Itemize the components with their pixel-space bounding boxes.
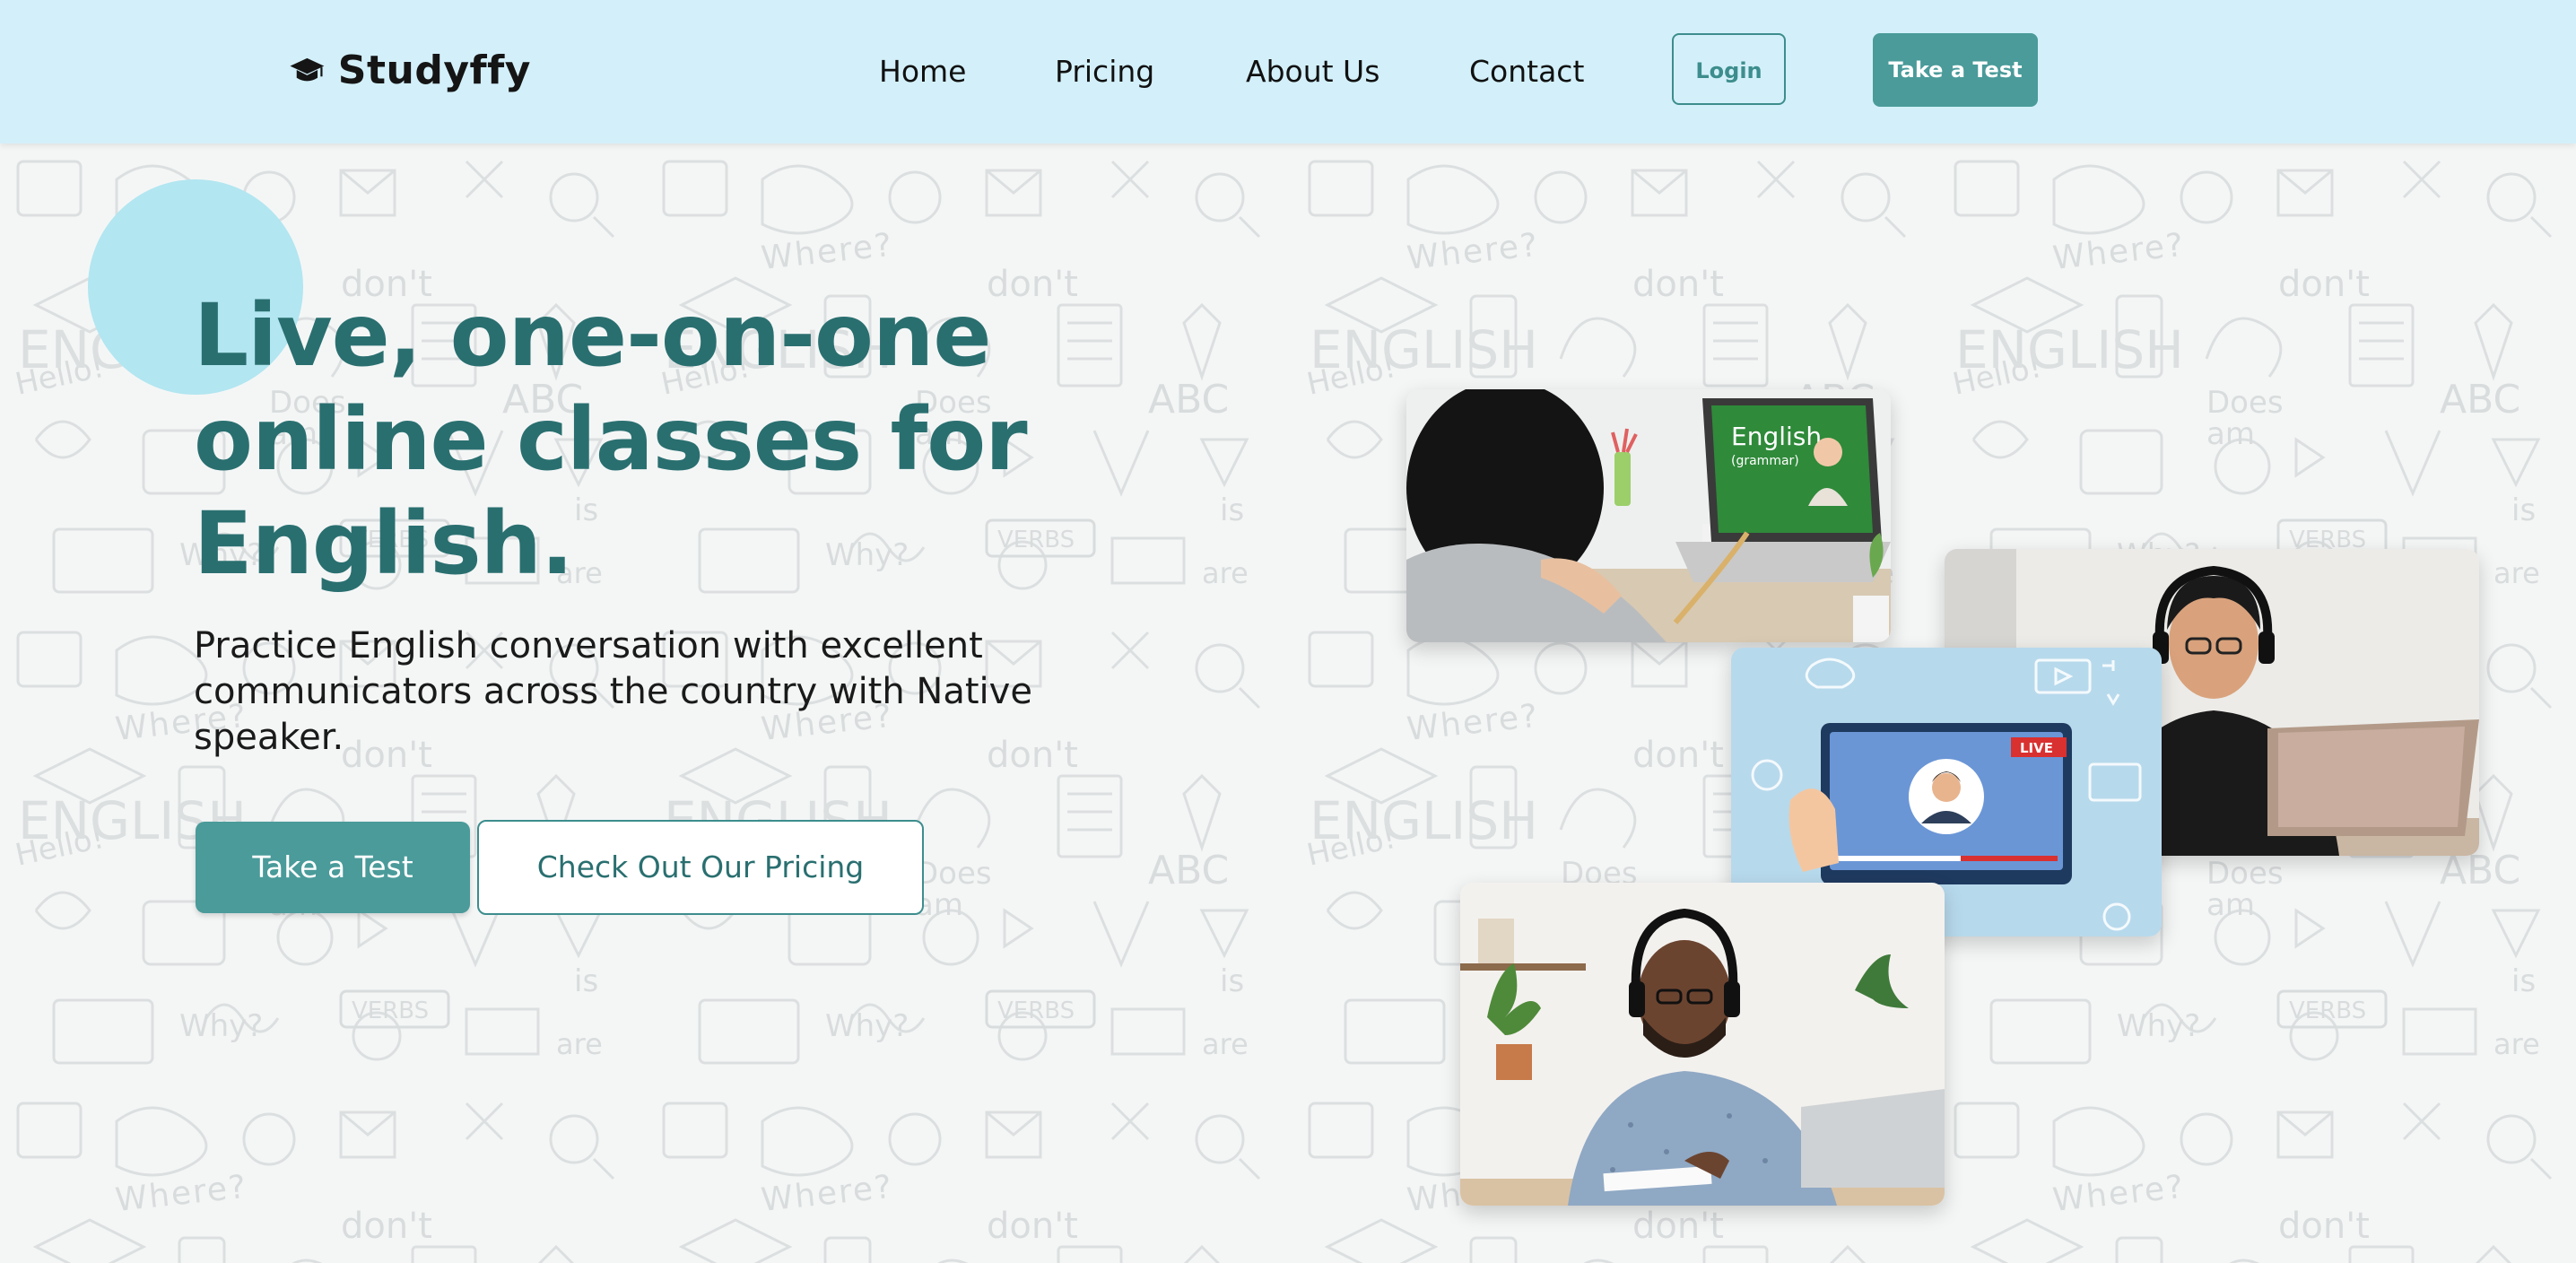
hero-subtitle: Practice English conversation with excel…: [194, 623, 1127, 761]
laptop-screen-title: English: [1731, 422, 1822, 451]
nav-pricing[interactable]: Pricing: [1055, 47, 1154, 97]
nav-contact[interactable]: Contact: [1469, 47, 1584, 97]
graduation-cap-icon: [290, 57, 325, 82]
hero-title-line: English.: [194, 493, 573, 594]
site-header: Studyffy Home Pricing About Us Contact L…: [0, 0, 2576, 144]
brand-logo[interactable]: Studyffy: [289, 23, 531, 117]
take-test-button[interactable]: Take a Test: [196, 822, 470, 913]
laptop-screen-subtitle: (grammar): [1731, 454, 1799, 468]
hero-title-line: Live, one-on-one: [194, 285, 991, 386]
photo-man-writing: [1460, 883, 1945, 1206]
hero-subtitle-line: communicators across the country with Na…: [194, 671, 1032, 712]
hero-title: Live, one-on-one online classes for Engl…: [194, 283, 1144, 596]
photo-girl-laptop: English (grammar): [1406, 389, 1891, 642]
login-button[interactable]: Login: [1672, 33, 1786, 105]
hero-title-line: online classes for: [194, 389, 1028, 490]
hero-subtitle-line: speaker.: [194, 717, 344, 758]
take-test-nav-button[interactable]: Take a Test: [1873, 33, 2038, 107]
nav-home[interactable]: Home: [879, 47, 966, 97]
pricing-button[interactable]: Check Out Our Pricing: [477, 820, 924, 915]
hero-subtitle-line: Practice English conversation with excel…: [194, 625, 983, 666]
live-badge: LIVE: [2020, 740, 2053, 756]
brand-name: Studyffy: [337, 47, 531, 93]
nav-about-us[interactable]: About Us: [1246, 47, 1379, 97]
